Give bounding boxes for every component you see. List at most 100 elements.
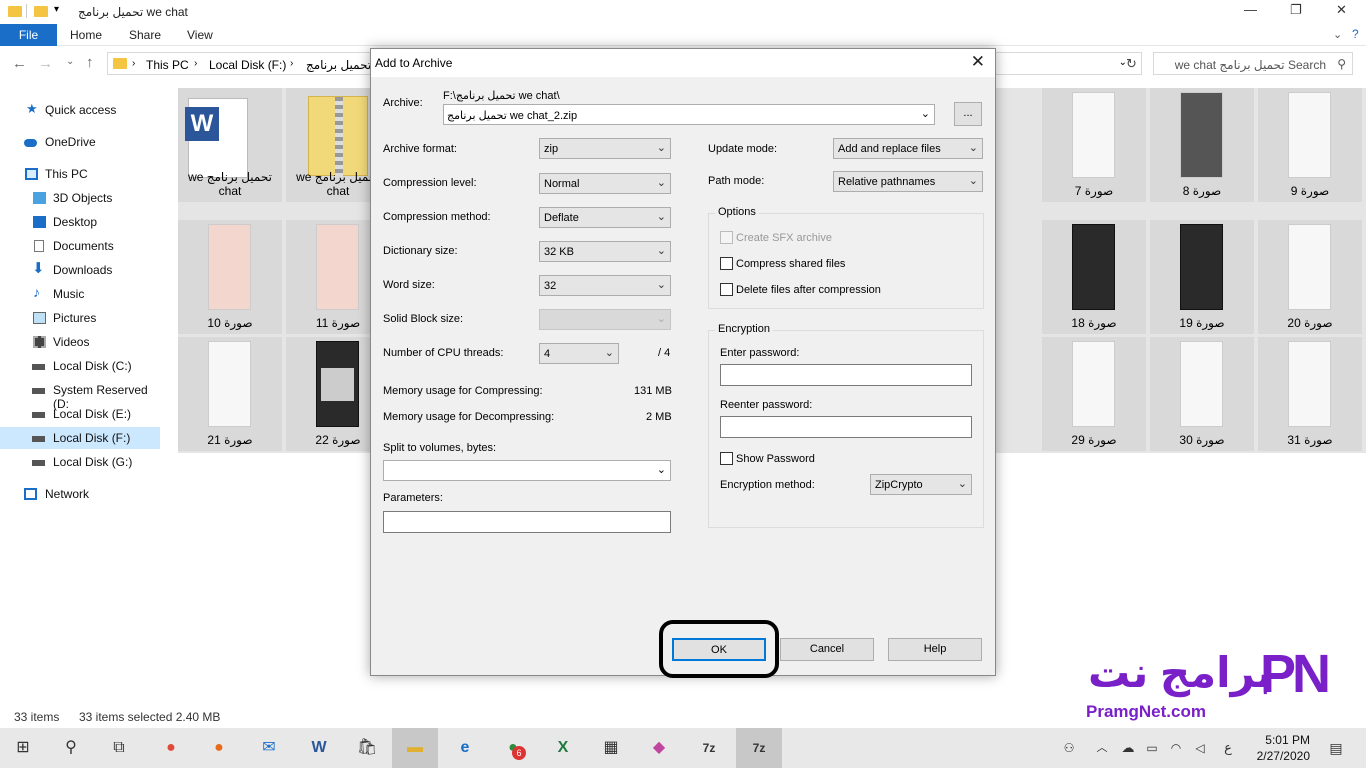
input-language[interactable]: ع	[1218, 728, 1238, 768]
sidebar-item-onedrive[interactable]: OneDrive	[0, 131, 160, 153]
file-item-word-doc[interactable]: W تحميل برنامج we chat	[178, 88, 282, 202]
chevron-down-icon[interactable]: ▾	[54, 4, 59, 15]
sidebar-item-system-reserved-d[interactable]: System Reserved (D:	[0, 379, 160, 411]
chevron-down-icon[interactable]: ⌄	[1333, 28, 1342, 41]
breadcrumb-local-disk-f[interactable]: Local Disk (F:)	[209, 58, 286, 72]
file-item-image[interactable]: صورة 20	[1258, 220, 1362, 334]
word-icon[interactable]: W	[296, 728, 342, 768]
back-arrow-icon[interactable]: ←	[12, 55, 27, 72]
people-icon[interactable]: ⚇	[1058, 728, 1080, 768]
calculator-icon[interactable]: ▦	[588, 728, 634, 768]
folder-icon[interactable]	[34, 6, 48, 17]
update-mode-select[interactable]: Add and replace files ⌄	[833, 138, 983, 159]
excel-icon[interactable]: X	[540, 728, 586, 768]
file-item-image[interactable]: صورة 18	[1042, 220, 1146, 334]
sidebar-item-quick-access[interactable]: ★ Quick access	[0, 99, 160, 121]
tab-home[interactable]: Home	[70, 28, 102, 42]
sidebar-item-music[interactable]: ♪ Music	[0, 283, 160, 305]
cancel-button[interactable]: Cancel	[780, 638, 874, 661]
7zip-icon[interactable]: 7z	[736, 728, 782, 768]
search-icon[interactable]: ⚲	[48, 728, 94, 768]
breadcrumb-folder[interactable]: تحميل برنامج	[306, 58, 371, 72]
archive-format-select[interactable]: zip ⌄	[539, 138, 671, 159]
sidebar-item-documents[interactable]: Documents	[0, 235, 160, 257]
sidebar-item-videos[interactable]: Videos	[0, 331, 160, 353]
file-item-image[interactable]: صورة 9	[1258, 88, 1362, 202]
restore-icon[interactable]: ❐	[1290, 2, 1302, 18]
start-windows-icon[interactable]: ⊞	[0, 728, 46, 768]
clock[interactable]: 5:01 PM 2/27/2020	[1250, 732, 1310, 764]
volume-icon[interactable]: ◁	[1190, 728, 1210, 768]
paint-icon[interactable]: ◆	[636, 728, 682, 768]
sidebar-item-desktop[interactable]: Desktop	[0, 211, 160, 233]
sidebar-item-local-disk-f[interactable]: Local Disk (F:)	[0, 427, 160, 449]
reenter-password-input[interactable]	[720, 416, 972, 438]
archive-name-combo[interactable]: تحميل برنامج we chat_2.zip ⌄	[443, 104, 935, 125]
firefox-icon[interactable]: ●	[196, 728, 242, 768]
encryption-method-select[interactable]: ZipCrypto ⌄	[870, 474, 972, 495]
sidebar-item-local-disk-g[interactable]: Local Disk (G:)	[0, 451, 160, 473]
file-item-image[interactable]: صورة 21	[178, 337, 282, 451]
up-arrow-icon[interactable]: ↑	[86, 54, 94, 71]
recent-chevron-icon[interactable]: ⌄	[66, 56, 74, 67]
forward-arrow-icon[interactable]: →	[38, 55, 53, 72]
close-icon[interactable]: ✕	[1336, 2, 1347, 18]
sidebar-item-network[interactable]: Network	[0, 483, 160, 505]
7zip-icon[interactable]: 7z	[686, 728, 732, 768]
delete-after-compression-checkbox[interactable]: Delete files after compression	[720, 283, 881, 296]
dictionary-size-select[interactable]: 32 KB ⌄	[539, 241, 671, 262]
tab-file[interactable]: File	[0, 24, 57, 46]
help-icon[interactable]: ?	[1352, 27, 1359, 41]
sidebar-item-pictures[interactable]: Pictures	[0, 307, 160, 329]
task-view-icon[interactable]: ⧉	[96, 728, 142, 768]
refresh-icon[interactable]: ↻	[1126, 56, 1137, 72]
browse-button[interactable]: ...	[954, 102, 982, 126]
help-button[interactable]: Help	[888, 638, 982, 661]
store-icon[interactable]: 🛍	[344, 728, 390, 768]
breadcrumb-this-pc[interactable]: This PC	[146, 58, 189, 72]
cpu-threads-select[interactable]: 4 ⌄	[539, 343, 619, 364]
checkbox-box[interactable]	[720, 257, 733, 270]
battery-icon[interactable]: ▭	[1142, 728, 1162, 768]
chevron-up-icon[interactable]: ︿	[1092, 728, 1112, 768]
edge-icon[interactable]: e	[442, 728, 488, 768]
search-input[interactable]: Search تحميل برنامج we chat ⚲	[1153, 52, 1353, 75]
sidebar-item-local-disk-e[interactable]: Local Disk (E:)	[0, 403, 160, 425]
mail-icon[interactable]: ✉	[246, 728, 292, 768]
compress-shared-checkbox[interactable]: Compress shared files	[720, 257, 845, 270]
parameters-input[interactable]	[383, 511, 671, 533]
file-item-image[interactable]: صورة 19	[1150, 220, 1254, 334]
file-explorer-icon[interactable]: ▬	[392, 728, 438, 768]
file-item-image[interactable]: صورة 7	[1042, 88, 1146, 202]
file-item-image[interactable]: صورة 31	[1258, 337, 1362, 451]
file-item-image[interactable]: صورة 30	[1150, 337, 1254, 451]
tab-share[interactable]: Share	[129, 28, 161, 42]
file-item-image[interactable]: صورة 10	[178, 220, 282, 334]
sidebar-item-downloads[interactable]: ⬇ Downloads	[0, 259, 160, 281]
path-mode-select[interactable]: Relative pathnames ⌄	[833, 171, 983, 192]
checkbox-box[interactable]	[720, 452, 733, 465]
wifi-icon[interactable]: ◠	[1166, 728, 1186, 768]
password-input[interactable]	[720, 364, 972, 386]
minimize-icon[interactable]: —	[1244, 2, 1257, 17]
sidebar-item-this-pc[interactable]: This PC	[0, 163, 160, 185]
file-item-image[interactable]: صورة 29	[1042, 337, 1146, 451]
compression-level-select[interactable]: Normal ⌄	[539, 173, 671, 194]
search-icon[interactable]: ⚲	[1337, 57, 1346, 71]
word-size-select[interactable]: 32 ⌄	[539, 275, 671, 296]
file-item-image[interactable]: صورة 8	[1150, 88, 1254, 202]
close-icon[interactable]: ✕	[971, 52, 985, 72]
chevron-down-icon: ⌄	[656, 142, 666, 154]
onedrive-tray-icon[interactable]: ☁	[1118, 728, 1138, 768]
sidebar-item-3d-objects[interactable]: 3D Objects	[0, 187, 160, 209]
app-icon[interactable]: ●6	[490, 728, 536, 768]
notification-center-icon[interactable]: ▤	[1318, 728, 1354, 768]
chevron-down-icon[interactable]: ⌄	[921, 107, 930, 120]
split-volumes-combo[interactable]: ⌄	[383, 460, 671, 481]
chrome-icon[interactable]: ●	[148, 728, 194, 768]
compression-method-select[interactable]: Deflate ⌄	[539, 207, 671, 228]
show-password-checkbox[interactable]: Show Password	[720, 452, 815, 465]
checkbox-box[interactable]	[720, 283, 733, 296]
tab-view[interactable]: View	[187, 28, 213, 42]
sidebar-item-local-disk-c[interactable]: Local Disk (C:)	[0, 355, 160, 377]
